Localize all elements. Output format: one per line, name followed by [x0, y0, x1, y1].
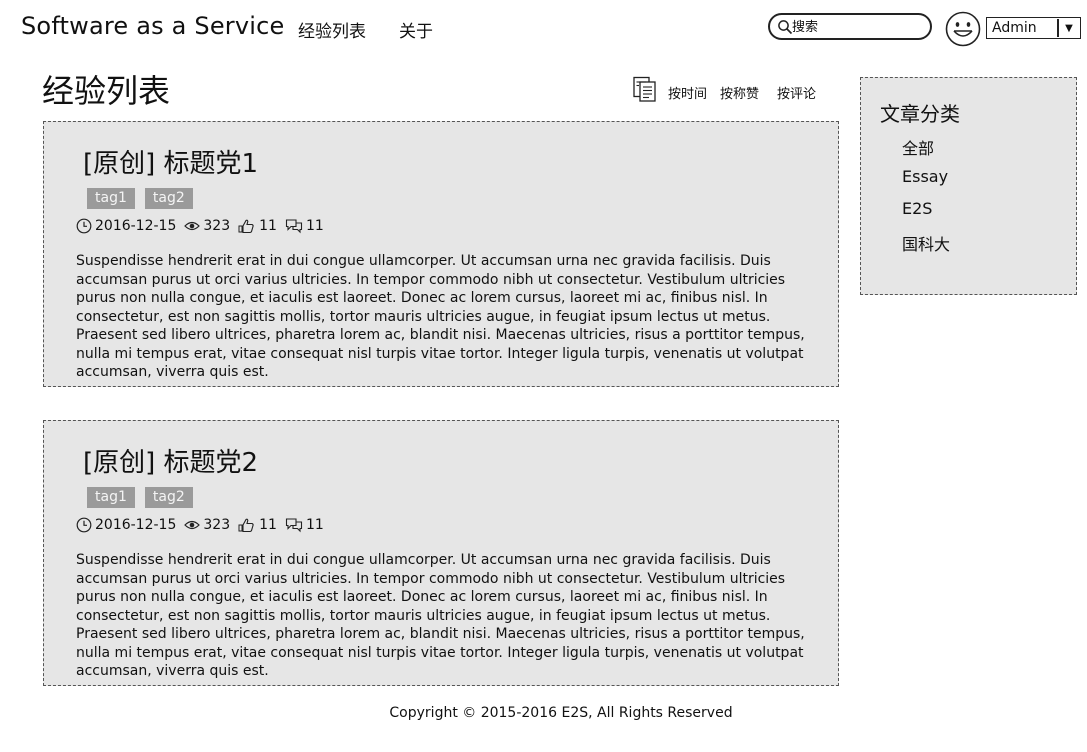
category-ucas[interactable]: 国科大 — [902, 231, 950, 255]
category-sidebar: 文章分类 全部 Essay E2S 国科大 — [860, 77, 1077, 295]
user-name: Admin — [992, 20, 1037, 36]
view-count: 323 — [203, 218, 231, 234]
article-excerpt: Suspendisse hendrerit erat in dui congue… — [76, 253, 805, 380]
category-e2s[interactable]: E2S — [902, 199, 932, 218]
nav-link-about[interactable]: 关于 — [399, 17, 433, 42]
eye-icon — [184, 520, 201, 530]
search-input[interactable] — [792, 17, 922, 37]
sort-by-likes[interactable]: 按称赞 — [720, 83, 759, 102]
article-date: 2016-12-15 — [95, 517, 177, 533]
sort-by-comments[interactable]: 按评论 — [777, 83, 816, 102]
article-meta: 2016-12-15 323 11 11 — [76, 218, 332, 234]
sort-by-time[interactable]: 按时间 — [668, 83, 707, 102]
document-list-icon — [633, 76, 656, 102]
category-essay[interactable]: Essay — [902, 167, 948, 186]
like-count: 11 — [259, 218, 277, 234]
comment-count: 11 — [305, 218, 324, 234]
chevron-down-icon[interactable]: ▼ — [1057, 19, 1079, 37]
clock-icon — [76, 218, 92, 234]
eye-icon — [184, 221, 201, 231]
comment-count: 11 — [305, 517, 324, 533]
sidebar-title: 文章分类 — [880, 102, 960, 126]
thumbs-up-icon[interactable] — [238, 218, 256, 234]
tag-list: tag1 tag2 — [87, 487, 193, 508]
footer-copyright: Copyright © 2015-2016 E2S, All Rights Re… — [389, 705, 733, 721]
article-meta: 2016-12-15 323 11 11 — [76, 517, 332, 533]
clock-icon — [76, 517, 92, 533]
tag-badge[interactable]: tag2 — [144, 487, 193, 508]
view-count: 323 — [203, 517, 231, 533]
thumbs-up-icon[interactable] — [238, 517, 256, 533]
article-card: [原创] 标题党2 tag1 tag2 2016-12-15 323 11 11… — [43, 420, 839, 686]
top-navbar: Software as a Service 经验列表 关于 Admin ▼ — [0, 0, 1087, 58]
article-date: 2016-12-15 — [95, 218, 177, 234]
smiley-avatar-icon[interactable] — [945, 11, 981, 47]
article-card: [原创] 标题党1 tag1 tag2 2016-12-15 323 11 11… — [43, 121, 839, 387]
article-title[interactable]: [原创] 标题党1 — [83, 143, 258, 180]
brand-title[interactable]: Software as a Service — [21, 12, 285, 40]
like-count: 11 — [259, 517, 277, 533]
search-icon[interactable] — [777, 19, 793, 35]
nav-link-experience-list[interactable]: 经验列表 — [298, 17, 366, 42]
speech-bubble-icon[interactable] — [285, 218, 303, 234]
tag-badge[interactable]: tag1 — [87, 188, 135, 209]
page-title: 经验列表 — [42, 72, 171, 110]
speech-bubble-icon[interactable] — [285, 517, 303, 533]
category-all[interactable]: 全部 — [902, 135, 934, 159]
article-excerpt: Suspendisse hendrerit erat in dui congue… — [76, 552, 805, 679]
user-dropdown[interactable]: Admin ▼ — [986, 17, 1081, 39]
tag-badge[interactable]: tag2 — [144, 188, 193, 209]
search-box[interactable] — [768, 13, 932, 40]
tag-badge[interactable]: tag1 — [87, 487, 135, 508]
article-title[interactable]: [原创] 标题党2 — [83, 442, 258, 479]
tag-list: tag1 tag2 — [87, 188, 193, 209]
